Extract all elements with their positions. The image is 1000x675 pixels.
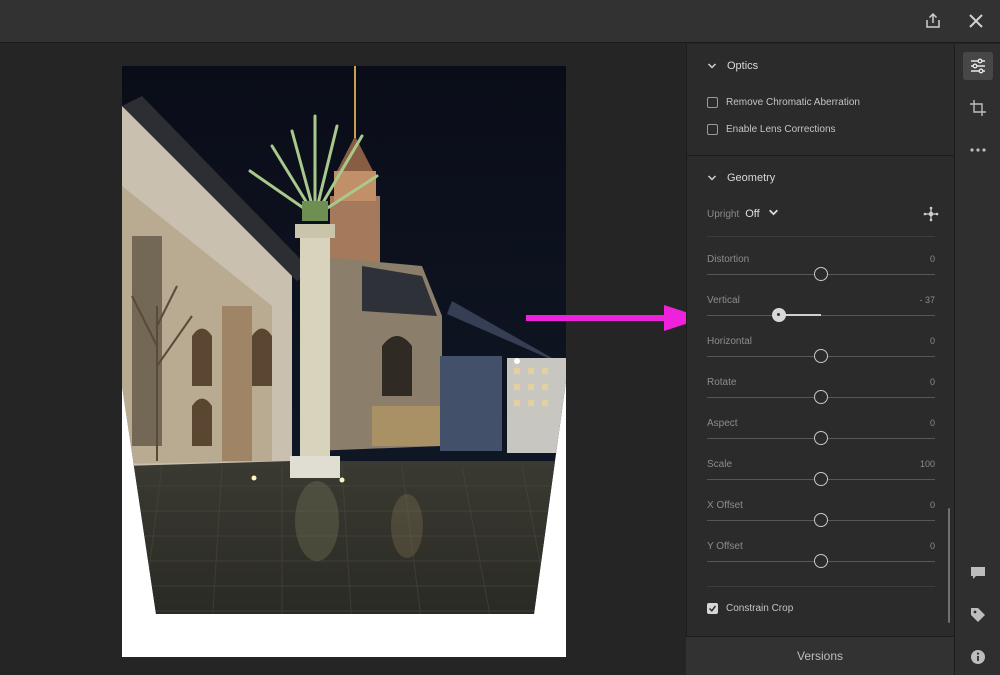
more-icon[interactable] xyxy=(963,136,993,164)
aspect-value[interactable]: 0 xyxy=(930,418,935,428)
x-offset-label: X Offset xyxy=(707,500,743,511)
sliders-icon[interactable] xyxy=(963,52,993,80)
scale-slider[interactable]: Scale 100 xyxy=(707,459,935,489)
constrain-crop-option[interactable]: Constrain Crop xyxy=(707,600,793,616)
photo-canvas xyxy=(0,44,686,675)
horizontal-label: Horizontal xyxy=(707,336,753,347)
upright-divider xyxy=(707,236,935,237)
x-offset-slider[interactable]: X Offset 0 xyxy=(707,500,935,530)
chevron-down-icon[interactable] xyxy=(768,207,779,221)
scale-label: Scale xyxy=(707,459,733,470)
upright-label: Upright xyxy=(707,208,740,220)
horizontal-value[interactable]: 0 xyxy=(930,336,935,346)
y-offset-handle[interactable] xyxy=(814,554,828,568)
comment-icon[interactable] xyxy=(963,559,993,587)
vertical-value[interactable]: - 37 xyxy=(919,295,935,305)
annotation-arrow xyxy=(526,305,704,331)
optics-title: Optics xyxy=(727,60,759,72)
remove-chromatic-aberration-option[interactable]: Remove Chromatic Aberration xyxy=(707,94,860,110)
guided-upright-icon[interactable] xyxy=(923,206,939,227)
versions-button[interactable]: Versions xyxy=(686,636,954,675)
constrain-crop-label: Constrain Crop xyxy=(726,602,794,614)
rotate-handle[interactable] xyxy=(814,390,828,404)
rotate-label: Rotate xyxy=(707,377,737,388)
lens-corrections-checkbox[interactable] xyxy=(707,123,718,135)
edit-panel: Optics Remove Chromatic Aberration Enabl… xyxy=(686,44,955,675)
aspect-handle[interactable] xyxy=(814,431,828,445)
constrain-crop-checkbox[interactable] xyxy=(707,602,718,614)
vertical-label: Vertical xyxy=(707,295,740,306)
distortion-label: Distortion xyxy=(707,254,750,265)
upright-control[interactable]: Upright Off xyxy=(707,206,779,222)
chromatic-aberration-checkbox[interactable] xyxy=(707,96,718,108)
x-offset-value[interactable]: 0 xyxy=(930,500,935,510)
aspect-label: Aspect xyxy=(707,418,738,429)
horizontal-handle[interactable] xyxy=(814,349,828,363)
aspect-slider[interactable]: Aspect 0 xyxy=(707,418,935,448)
tag-icon[interactable] xyxy=(963,601,993,629)
y-offset-label: Y Offset xyxy=(707,541,743,552)
lens-corrections-label: Enable Lens Corrections xyxy=(726,123,836,135)
offset-divider xyxy=(707,586,935,587)
geometry-title: Geometry xyxy=(727,172,776,184)
chevron-down-icon xyxy=(707,172,719,184)
upright-value[interactable]: Off xyxy=(745,208,759,220)
distortion-slider[interactable]: Distortion 0 xyxy=(707,254,935,284)
close-icon[interactable] xyxy=(965,10,987,32)
crop-icon[interactable] xyxy=(963,94,993,122)
vertical-track[interactable] xyxy=(707,315,935,316)
scale-value[interactable]: 100 xyxy=(920,459,935,469)
rotate-slider[interactable]: Rotate 0 xyxy=(707,377,935,407)
section-divider xyxy=(687,155,955,156)
tool-rail xyxy=(954,44,1000,675)
chevron-down-icon xyxy=(707,60,719,72)
optics-header[interactable]: Optics xyxy=(687,56,955,76)
top-bar xyxy=(0,0,1000,43)
scale-handle[interactable] xyxy=(814,472,828,486)
panel-scrollbar[interactable] xyxy=(948,508,950,623)
geometry-header[interactable]: Geometry xyxy=(687,168,955,188)
rotate-value[interactable]: 0 xyxy=(930,377,935,387)
photo-preview[interactable] xyxy=(122,66,566,657)
y-offset-slider[interactable]: Y Offset 0 xyxy=(707,541,935,571)
distortion-value[interactable]: 0 xyxy=(930,254,935,264)
chromatic-aberration-label: Remove Chromatic Aberration xyxy=(726,96,860,108)
horizontal-slider[interactable]: Horizontal 0 xyxy=(707,336,935,366)
vertical-slider[interactable]: Vertical - 37 xyxy=(707,295,935,325)
share-icon[interactable] xyxy=(922,10,944,32)
enable-lens-corrections-option[interactable]: Enable Lens Corrections xyxy=(707,121,836,137)
info-icon[interactable] xyxy=(963,643,993,671)
vertical-handle[interactable] xyxy=(771,308,786,322)
x-offset-handle[interactable] xyxy=(814,513,828,527)
versions-label: Versions xyxy=(796,649,844,663)
distortion-handle[interactable] xyxy=(814,267,828,281)
y-offset-value[interactable]: 0 xyxy=(930,541,935,551)
